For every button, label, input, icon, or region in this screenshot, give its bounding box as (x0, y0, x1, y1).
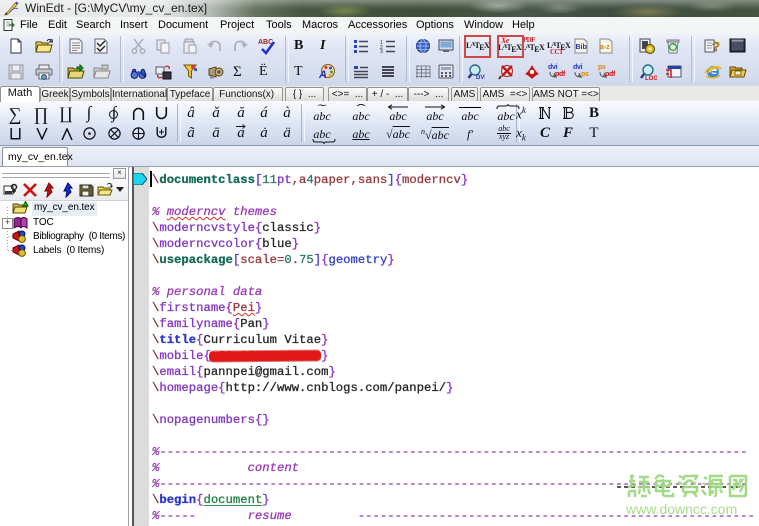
svg-text:Bib: Bib (576, 44, 587, 51)
svg-text:DVI: DVI (476, 75, 485, 81)
svg-text:a-z: a-z (600, 44, 610, 51)
svg-text:3: 3 (380, 49, 383, 53)
svg-text:LOG: LOG (645, 76, 657, 81)
svg-text:?: ? (712, 39, 720, 54)
svg-text:A: A (318, 69, 327, 80)
